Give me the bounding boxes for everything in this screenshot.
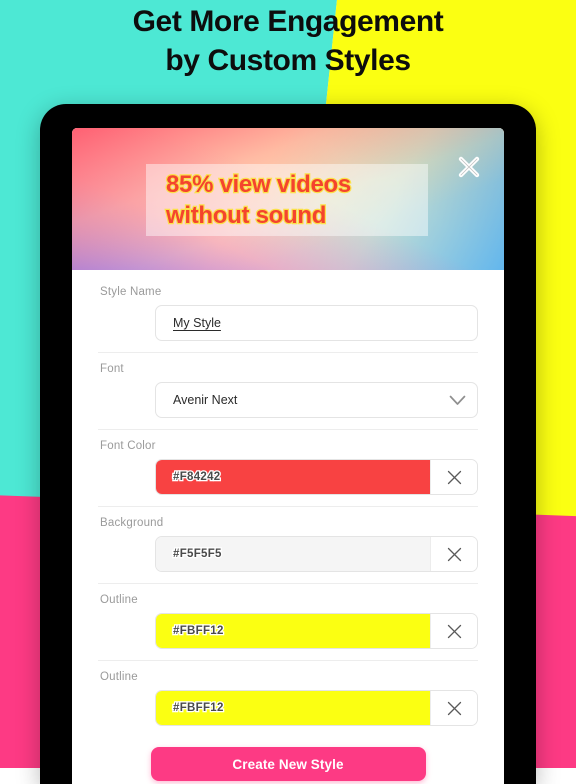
field-outline-1: Outline #FBFF12 — [98, 594, 478, 661]
close-icon[interactable] — [430, 460, 477, 494]
headline-line-1: Get More Engagement — [132, 5, 444, 38]
close-icon[interactable] — [430, 537, 477, 571]
label-background: Background — [100, 517, 164, 529]
label-outline-1: Outline — [100, 594, 138, 606]
label-font: Font — [100, 363, 124, 375]
headline-line-2: by Custom Styles — [165, 44, 411, 77]
font-select-value: Avenir Next — [173, 393, 238, 407]
outline-2-color-control[interactable]: #FBFF12 — [155, 690, 478, 726]
font-select[interactable]: Avenir Next — [155, 382, 478, 418]
font-color-swatch[interactable]: #F84242 — [156, 460, 430, 494]
font-color-control[interactable]: #F84242 — [155, 459, 478, 495]
banner-line-1: 85% view videos — [165, 170, 353, 199]
style-name-value: My Style — [173, 316, 221, 330]
field-font: Font Avenir Next — [98, 363, 478, 430]
submit-row: Create New Style — [98, 737, 478, 781]
chevron-down-icon — [437, 395, 477, 406]
outline-2-color-swatch[interactable]: #FBFF12 — [156, 691, 430, 725]
field-font-color: Font Color #F84242 — [98, 440, 478, 507]
tablet-screen: 85% view videos without sound Style Name… — [72, 128, 504, 784]
background-color-control[interactable]: #F5F5F5 — [155, 536, 478, 572]
banner-text-box: 85% view videos without sound — [146, 164, 428, 236]
background-color-value: #F5F5F5 — [172, 547, 223, 562]
outline-2-color-value: #FBFF12 — [172, 701, 225, 716]
style-name-input[interactable]: My Style — [155, 305, 478, 341]
outline-1-color-value: #FBFF12 — [172, 624, 225, 639]
label-font-color: Font Color — [100, 440, 156, 452]
page-headline: Get More Engagement by Custom Styles — [0, 2, 576, 80]
banner-line-2: without sound — [165, 201, 328, 230]
close-icon[interactable] — [430, 691, 477, 725]
close-icon[interactable] — [430, 614, 477, 648]
outline-1-color-swatch[interactable]: #FBFF12 — [156, 614, 430, 648]
label-style-name: Style Name — [100, 286, 162, 298]
label-outline-2: Outline — [100, 671, 138, 683]
create-new-style-button[interactable]: Create New Style — [150, 747, 426, 781]
background-color-swatch[interactable]: #F5F5F5 — [156, 537, 430, 571]
close-icon[interactable] — [452, 150, 486, 184]
outline-1-color-control[interactable]: #FBFF12 — [155, 613, 478, 649]
tablet-device-frame: 85% view videos without sound Style Name… — [40, 104, 536, 784]
promo-banner: 85% view videos without sound — [72, 128, 504, 270]
field-style-name: Style Name My Style — [98, 286, 478, 353]
field-outline-2: Outline #FBFF12 — [98, 671, 478, 737]
style-form: Style Name My Style Font Avenir Next Fon… — [72, 270, 504, 781]
font-color-value: #F84242 — [172, 470, 222, 485]
field-background: Background #F5F5F5 — [98, 517, 478, 584]
